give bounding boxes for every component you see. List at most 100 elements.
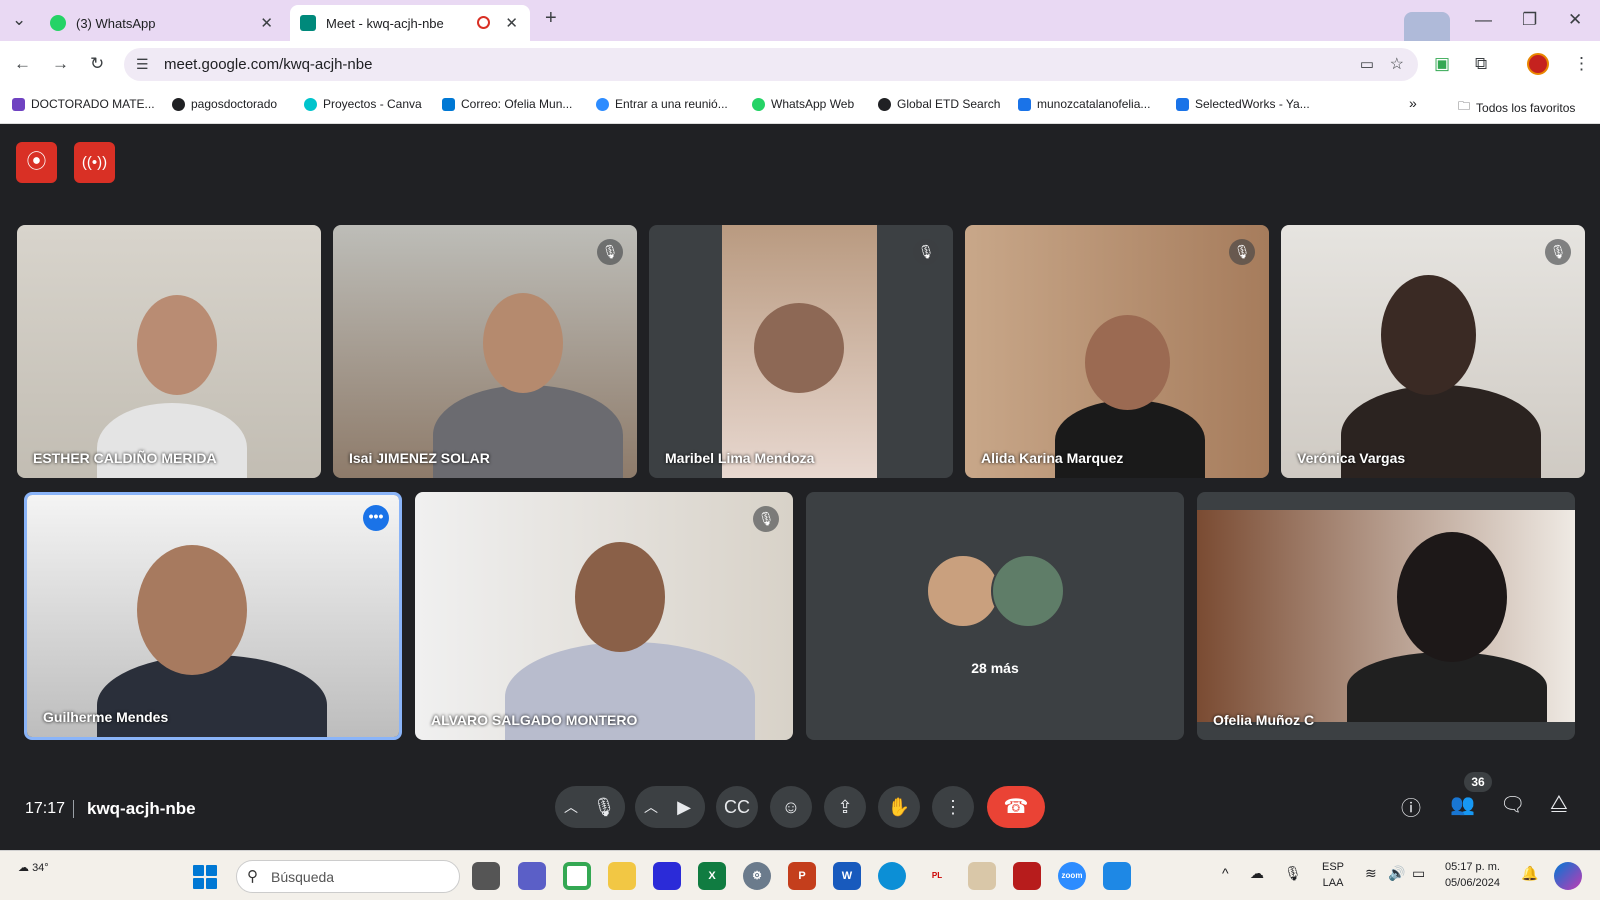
zoom-icon[interactable]: zoom — [1058, 862, 1086, 890]
tab-meet[interactable]: Meet - kwq-acjh-nbe ✕ — [290, 5, 530, 41]
bookmark-item[interactable]: munozcatalanofelia... — [1018, 97, 1150, 111]
teams-icon[interactable] — [518, 862, 546, 890]
task-view-icon[interactable] — [472, 862, 500, 890]
bookmark-item[interactable]: Global ETD Search — [878, 97, 1000, 111]
address-bar[interactable]: ☰ meet.google.com/kwq-acjh-nbe ▭ ☆ — [124, 48, 1418, 81]
input-language[interactable]: ESP LAA — [1322, 859, 1344, 891]
bookmark-item[interactable]: Correo: Ofelia Mun... — [442, 97, 572, 111]
tab-label: Meet - kwq-acjh-nbe — [326, 15, 444, 31]
chrome-icon[interactable] — [563, 862, 591, 890]
app-icon[interactable] — [653, 862, 681, 890]
participant-tile[interactable]: 🎙 Isai JIMENEZ SOLAR — [333, 225, 637, 478]
people-icon[interactable]: 👥 — [1450, 792, 1475, 817]
close-icon[interactable]: ✕ — [505, 14, 518, 32]
minimize-icon[interactable]: — — [1475, 10, 1492, 30]
star-icon[interactable]: ☆ — [1390, 54, 1404, 74]
avatar[interactable] — [1527, 53, 1549, 75]
participant-tile[interactable]: 🎙 Alida Karina Marquez — [965, 225, 1269, 478]
project-libre-icon[interactable]: PL — [923, 862, 951, 890]
chat-icon[interactable]: 🗨 — [1500, 792, 1525, 817]
lang-variant: LAA — [1322, 877, 1344, 889]
microphone-button[interactable]: 🎙 — [583, 786, 625, 828]
extension-icon[interactable]: ▣ — [1434, 54, 1450, 74]
tab-search-chevron-icon[interactable]: ⌄ — [12, 10, 26, 30]
clock[interactable]: 05:17 p. m. 05/06/2024 — [1420, 859, 1500, 891]
leave-call-button[interactable]: ☎ — [987, 786, 1045, 828]
meet-icon — [300, 15, 316, 31]
live-stream-button[interactable]: ((•)) — [74, 142, 115, 183]
meeting-details-icon[interactable]: ⓘ — [1401, 792, 1421, 821]
close-icon[interactable]: ✕ — [260, 14, 273, 32]
site-info-icon[interactable]: ☰ — [136, 56, 149, 73]
captions-button[interactable]: CC — [716, 786, 758, 828]
all-bookmarks-folder[interactable]: 🗀 Todos los favoritos — [1458, 97, 1575, 118]
participant-tile[interactable]: 🎙 ALVARO SALGADO MONTERO — [415, 492, 793, 740]
restore-icon[interactable]: ❐ — [1522, 10, 1537, 30]
emoji-reactions-button[interactable]: ☺ — [770, 786, 812, 828]
taskbar-search[interactable]: ⚲ Búsqueda — [236, 860, 460, 893]
url-text[interactable]: meet.google.com/kwq-acjh-nbe — [164, 56, 372, 73]
edge-icon[interactable] — [878, 862, 906, 890]
muted-mic-icon: 🎙 — [753, 506, 779, 532]
folder-icon: 🗀 — [1458, 99, 1471, 113]
app-icon[interactable] — [1013, 862, 1041, 890]
tab-whatsapp[interactable]: (3) WhatsApp ✕ — [40, 5, 285, 41]
muted-mic-icon: 🎙 — [1545, 239, 1571, 265]
forward-icon[interactable]: → — [52, 54, 69, 74]
menu-icon[interactable]: ⋮ — [1573, 54, 1590, 74]
onedrive-icon[interactable]: ☁ — [1250, 865, 1264, 882]
bookmark-item[interactable]: DOCTORADO MATE... — [12, 97, 155, 111]
muted-mic-icon: 🎙 — [913, 239, 939, 265]
avatar — [926, 554, 1000, 628]
bookmarks-bar: DOCTORADO MATE... pagosdoctorado Proyect… — [0, 87, 1600, 124]
powerpoint-icon[interactable]: P — [788, 862, 816, 890]
copilot-icon[interactable] — [1554, 862, 1582, 890]
present-screen-button[interactable]: ⇪ — [824, 786, 866, 828]
muted-mic-icon: 🎙 — [597, 239, 623, 265]
notification-icon[interactable]: 🔔 — [1521, 865, 1538, 882]
recording-button[interactable]: ⦿ — [16, 142, 57, 183]
file-explorer-icon[interactable] — [608, 862, 636, 890]
bookmark-item[interactable]: Entrar a una reunió... — [596, 97, 728, 111]
participant-tile-active-speaker[interactable]: ••• Guilherme Mendes — [24, 492, 402, 740]
participant-tile[interactable]: 🎙 Verónica Vargas — [1281, 225, 1585, 478]
activities-icon[interactable]: ⧋ — [1550, 792, 1568, 815]
puzzle-icon[interactable]: ⧉ — [1475, 54, 1487, 74]
whatsapp-icon — [50, 15, 66, 31]
more-options-icon[interactable]: ••• — [363, 505, 389, 531]
more-participants-label: 28 más — [971, 660, 1019, 676]
mic-tray-icon[interactable]: 🎙 — [1284, 865, 1302, 882]
search-icon: ⚲ — [247, 868, 258, 885]
word-icon[interactable]: W — [833, 862, 861, 890]
wifi-icon[interactable]: ≋ — [1365, 865, 1377, 882]
more-options-button[interactable]: ⋮ — [932, 786, 974, 828]
camera-button[interactable]: ▶ — [663, 786, 705, 828]
participant-name: Guilherme Mendes — [43, 709, 169, 725]
photos-icon[interactable] — [1103, 862, 1131, 890]
audio-options-chevron-icon[interactable]: ︿ — [556, 786, 586, 828]
more-participants-tile[interactable]: 28 más — [806, 492, 1184, 740]
excel-icon[interactable]: X — [698, 862, 726, 890]
bookmark-item[interactable]: Proyectos - Canva — [304, 97, 422, 111]
app-icon[interactable] — [968, 862, 996, 890]
bookmark-item[interactable]: WhatsApp Web — [752, 97, 854, 111]
participant-tile[interactable]: Ofelia Muñoz C — [1197, 492, 1575, 740]
participant-tile[interactable]: ESTHER CALDIÑO MERIDA — [17, 225, 321, 478]
reload-icon[interactable]: ↻ — [90, 54, 104, 74]
settings-icon[interactable]: ⚙ — [743, 862, 771, 890]
raise-hand-button[interactable]: ✋ — [878, 786, 920, 828]
back-icon[interactable]: ← — [14, 54, 31, 74]
bookmark-item[interactable]: SelectedWorks - Ya... — [1176, 97, 1310, 111]
weather-widget[interactable]: ☁ 34° — [18, 861, 49, 874]
bookmark-item[interactable]: pagosdoctorado — [172, 97, 277, 111]
video-options-chevron-icon[interactable]: ︿ — [636, 786, 666, 828]
more-bookmarks-icon[interactable]: » — [1409, 95, 1417, 111]
camera-icon[interactable]: ▭ — [1360, 55, 1374, 73]
tray-chevron-icon[interactable]: ^ — [1222, 865, 1229, 881]
volume-icon[interactable]: 🔊 — [1388, 865, 1405, 882]
new-tab-icon[interactable]: + — [545, 7, 557, 30]
participant-tile[interactable]: 🎙 Maribel Lima Mendoza — [649, 225, 953, 478]
window-close-icon[interactable]: ✕ — [1568, 10, 1582, 30]
start-icon[interactable] — [193, 865, 217, 889]
address-row: ← → ↻ ☰ meet.google.com/kwq-acjh-nbe ▭ ☆… — [0, 41, 1600, 87]
